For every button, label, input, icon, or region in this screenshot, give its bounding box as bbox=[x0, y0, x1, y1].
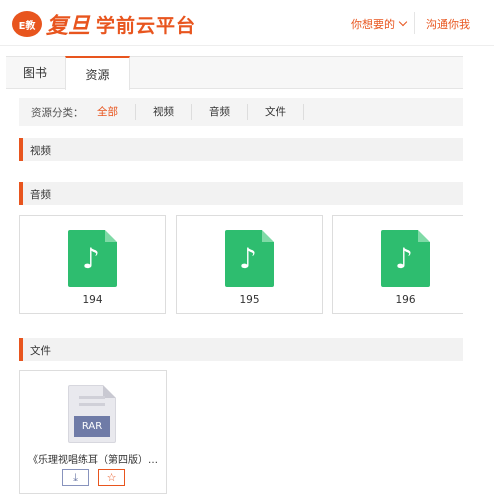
section-title: 文件 bbox=[30, 345, 51, 357]
nav-want-dropdown[interactable]: 你想要的 bbox=[351, 16, 408, 32]
resource-filter-bar: 资源分类： 全部 视频 音频 文件 bbox=[19, 98, 494, 126]
audio-card[interactable]: ♪ 194 bbox=[19, 215, 166, 314]
audio-card-label: 196 bbox=[395, 294, 416, 306]
logo-script: 复旦 bbox=[46, 13, 91, 39]
filter-all[interactable]: 全部 bbox=[97, 104, 136, 120]
download-button[interactable]: ⤓ bbox=[62, 469, 89, 486]
audio-card[interactable]: ♪ 196 bbox=[332, 215, 479, 314]
logo-badge-icon: E教 bbox=[12, 11, 42, 37]
site-title: 学前云平台 bbox=[96, 14, 197, 37]
section-marker bbox=[19, 182, 23, 205]
nav-want-label: 你想要的 bbox=[351, 18, 395, 31]
top-header: E教 复旦 学前云平台 你想要的 沟通你我 bbox=[0, 0, 494, 46]
nav-talk-link[interactable]: 沟通你我 bbox=[426, 16, 470, 32]
tab-resources[interactable]: 资源 bbox=[65, 56, 130, 90]
audio-card-label: 195 bbox=[239, 294, 260, 306]
right-gutter bbox=[463, 46, 494, 494]
download-icon: ⤓ bbox=[73, 470, 78, 484]
nav-divider bbox=[414, 12, 415, 34]
music-note-icon: ♪ bbox=[395, 242, 413, 275]
section-title: 视频 bbox=[30, 145, 51, 157]
music-note-icon: ♪ bbox=[239, 242, 257, 275]
filter-file[interactable]: 文件 bbox=[248, 104, 304, 120]
file-name[interactable]: 《乐理视唱练耳（第四版）… bbox=[20, 451, 166, 466]
site-logo[interactable]: E教 复旦 学前云平台 bbox=[12, 9, 196, 39]
rar-badge: RAR bbox=[74, 416, 110, 437]
filter-video[interactable]: 视频 bbox=[136, 104, 192, 120]
filter-label: 资源分类： bbox=[31, 106, 84, 119]
tab-bar: 图书 资源 bbox=[6, 56, 494, 90]
section-file-header: 文件 bbox=[19, 338, 494, 361]
rar-file-icon: RAR bbox=[68, 385, 116, 443]
filter-audio[interactable]: 音频 bbox=[192, 104, 248, 120]
favorite-button[interactable]: ☆ bbox=[98, 469, 125, 486]
section-audio-header: 音频 bbox=[19, 182, 494, 205]
chevron-down-icon bbox=[398, 17, 408, 27]
file-card[interactable]: RAR 《乐理视唱练耳（第四版）… ⤓ ☆ bbox=[19, 370, 167, 494]
tab-books[interactable]: 图书 bbox=[6, 56, 64, 89]
audio-file-icon: ♪ bbox=[225, 230, 274, 287]
audio-card-label: 194 bbox=[82, 294, 103, 306]
section-title: 音频 bbox=[30, 189, 51, 201]
star-icon: ☆ bbox=[106, 471, 117, 484]
section-marker bbox=[19, 338, 23, 361]
section-marker bbox=[19, 138, 23, 161]
music-note-icon: ♪ bbox=[82, 242, 100, 275]
section-video-header: 视频 bbox=[19, 138, 494, 161]
audio-file-icon: ♪ bbox=[68, 230, 117, 287]
audio-card[interactable]: ♪ 195 bbox=[176, 215, 323, 314]
audio-file-icon: ♪ bbox=[381, 230, 430, 287]
